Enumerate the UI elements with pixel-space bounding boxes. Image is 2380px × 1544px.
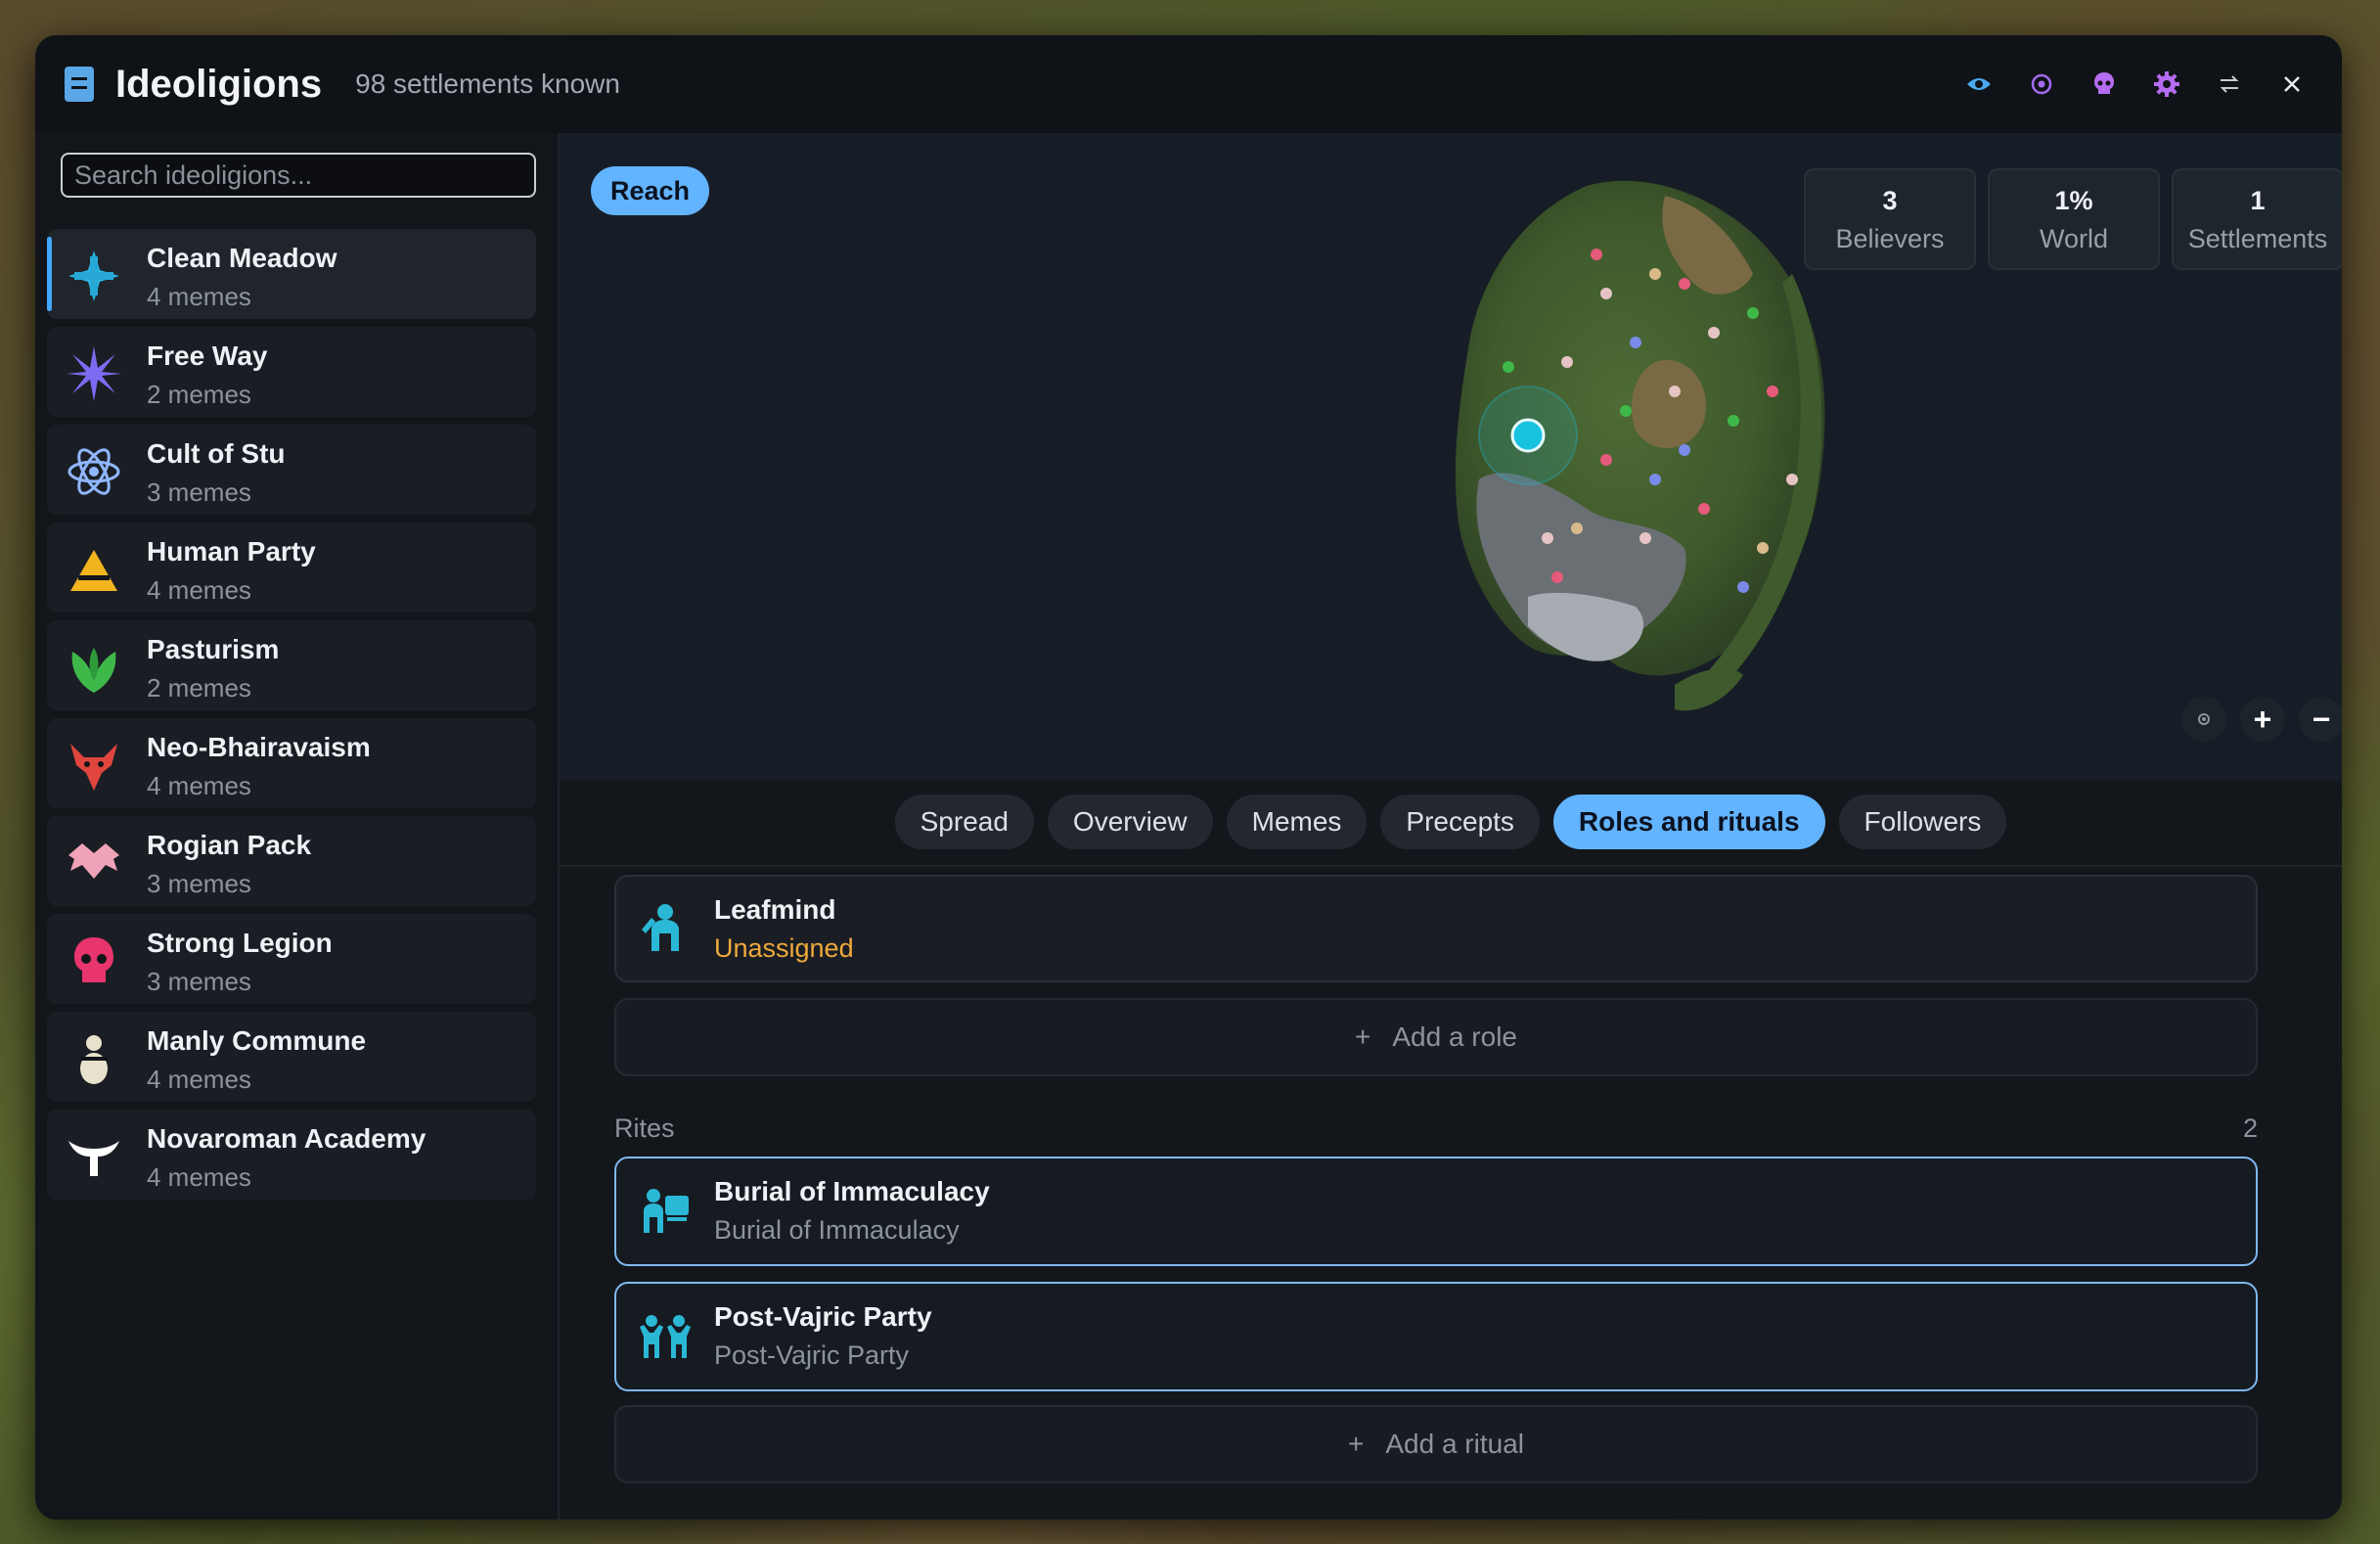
close-icon[interactable] [2277,69,2307,99]
zoom-in-icon[interactable]: + [2240,697,2285,742]
role-status: Unassigned [714,933,854,963]
sidebar-item-rogian-pack[interactable]: Rogian Pack 3 memes [47,816,536,906]
sidebar-item-manly-commune[interactable]: Manly Commune 4 memes [47,1012,536,1102]
role-card-leafmind[interactable]: Leafmind Unassigned [614,875,2258,982]
sidebar-item-free-way[interactable]: Free Way 2 memes [47,327,536,417]
sidebar-item-pasturism[interactable]: Pasturism 2 memes [47,620,536,710]
sidebar-item-novaroman-academy[interactable]: Novaroman Academy 4 memes [47,1110,536,1200]
wings-icon [68,843,119,879]
cross-icon [68,250,119,301]
sidebar-item-memes: 3 memes [147,477,251,507]
add-role-button[interactable]: + Add a role [614,998,2258,1076]
settlements-stat: 1 Settlements [2172,168,2342,270]
rite-card-post-vajric-party[interactable]: Post-Vajric Party Post-Vajric Party [614,1282,2258,1391]
world-value: 1% [2054,186,2093,215]
star-burst-icon [67,346,121,401]
believers-label: Believers [1835,224,1945,253]
eye-icon[interactable] [1964,69,1994,99]
rite-title: Burial of Immaculacy [714,1176,990,1206]
sidebar-item-memes: 4 memes [147,282,251,311]
settlements-value: 1 [2250,186,2266,215]
atom-icon [67,448,120,495]
sidebar-item-name: Novaroman Academy [147,1123,427,1154]
skull-icon[interactable] [2089,69,2119,99]
sidebar-item-neo-bhairavaism[interactable]: Neo-Bhairavaism 4 memes [47,718,536,808]
tab-overview[interactable]: Overview [1047,795,1213,849]
add-ritual-button[interactable]: + Add a ritual [614,1405,2258,1483]
ideoligions-window: Ideoligions 98 settlements known Search … [35,35,2342,1520]
search-input[interactable] [61,153,536,198]
sidebar-item-human-party[interactable]: Human Party 4 memes [47,522,536,613]
sidebar-item-memes: 4 memes [147,1065,251,1094]
believers-stat: 3 Believers [1804,168,1976,270]
party-icon [640,1315,691,1358]
tab-spread[interactable]: Spread [894,795,1034,849]
sidebar-item-name: Pasturism [147,634,280,664]
rite-subtitle: Burial of Immaculacy [714,1215,960,1245]
settlements-known-label: 98 settlements known [355,68,620,99]
ideoligion-sidebar: Clean Meadow 4 memes Free Way 2 memes Cu… [35,133,560,1520]
book-icon [65,67,94,102]
believers-value: 3 [1882,186,1898,215]
rites-count: 2 [2242,1113,2258,1143]
sidebar-item-name: Manly Commune [147,1025,367,1056]
sidebar-item-strong-legion[interactable]: Strong Legion 3 memes [47,914,536,1004]
gear-icon[interactable] [2152,69,2181,99]
rite-title: Post-Vajric Party [714,1301,932,1332]
plus-icon: + [1348,1429,1365,1459]
sidebar-item-clean-meadow[interactable]: Clean Meadow 4 memes [47,229,536,319]
window-title: Ideoligions [115,62,323,106]
rites-header-label: Rites [614,1113,675,1143]
tab-divider [560,865,2342,867]
add-role-label: Add a role [1392,1022,1517,1052]
recenter-icon[interactable] [2181,697,2226,742]
sidebar-item-name: Clean Meadow [147,243,337,273]
world-map-view[interactable]: Reach 3 Believers 1% World 1 Settlements… [560,133,2342,781]
triangle-icon [70,550,117,591]
sidebar-item-name: Rogian Pack [147,830,312,860]
ideoligion-list: Clean Meadow 4 memes Free Way 2 memes Cu… [47,229,536,1207]
zoom-out-icon[interactable]: − [2299,697,2342,742]
sidebar-item-memes: 4 memes [147,771,251,800]
sidebar-item-memes: 2 memes [147,380,251,409]
toolbar [1964,35,2307,133]
sidebar-item-name: Human Party [147,536,316,567]
tab-bar: Spread Overview Memes Precepts Roles and… [560,795,2342,855]
leader-icon [642,904,679,951]
target-icon[interactable] [2027,69,2056,99]
plus-icon: + [1355,1022,1371,1052]
main-panel: Reach 3 Believers 1% World 1 Settlements… [560,133,2342,1520]
tab-precepts[interactable]: Precepts [1380,795,1540,849]
sidebar-item-cult-of-stu[interactable]: Cult of Stu 3 memes [47,425,536,515]
sidebar-item-name: Cult of Stu [147,438,286,469]
funeral-icon [644,1189,689,1233]
rite-subtitle: Post-Vajric Party [714,1340,910,1370]
sidebar-item-memes: 3 memes [147,869,251,898]
sidebar-item-name: Free Way [147,341,268,371]
sidebar-item-memes: 4 memes [147,1162,251,1192]
settlements-label: Settlements [2187,224,2328,253]
tab-roles-and-rituals[interactable]: Roles and rituals [1552,795,1825,849]
sidebar-item-name: Neo-Bhairavaism [147,732,371,762]
world-stat: 1% World [1988,168,2160,270]
sidebar-item-name: Strong Legion [147,928,333,958]
title-bar: Ideoligions 98 settlements known [35,35,2342,133]
skull-icon [74,937,113,982]
tab-followers[interactable]: Followers [1838,795,2007,849]
role-title: Leafmind [714,894,836,925]
leaf-icon [71,648,116,693]
figure-icon [80,1035,108,1084]
rites-section-header: Rites 2 [614,1113,2258,1144]
sidebar-item-memes: 3 memes [147,967,251,996]
reach-badge[interactable]: Reach [591,166,710,215]
rite-card-burial[interactable]: Burial of Immaculacy Burial of Immaculac… [614,1157,2258,1266]
sidebar-item-memes: 2 memes [147,673,251,703]
add-ritual-label: Add a ritual [1385,1429,1524,1459]
horned-demon-icon [70,744,117,791]
tab-memes[interactable]: Memes [1226,795,1368,849]
bull-horns-icon [68,1141,119,1176]
sidebar-item-memes: 4 memes [147,575,251,605]
world-label: World [2039,224,2109,253]
swap-icon[interactable] [2215,69,2244,99]
